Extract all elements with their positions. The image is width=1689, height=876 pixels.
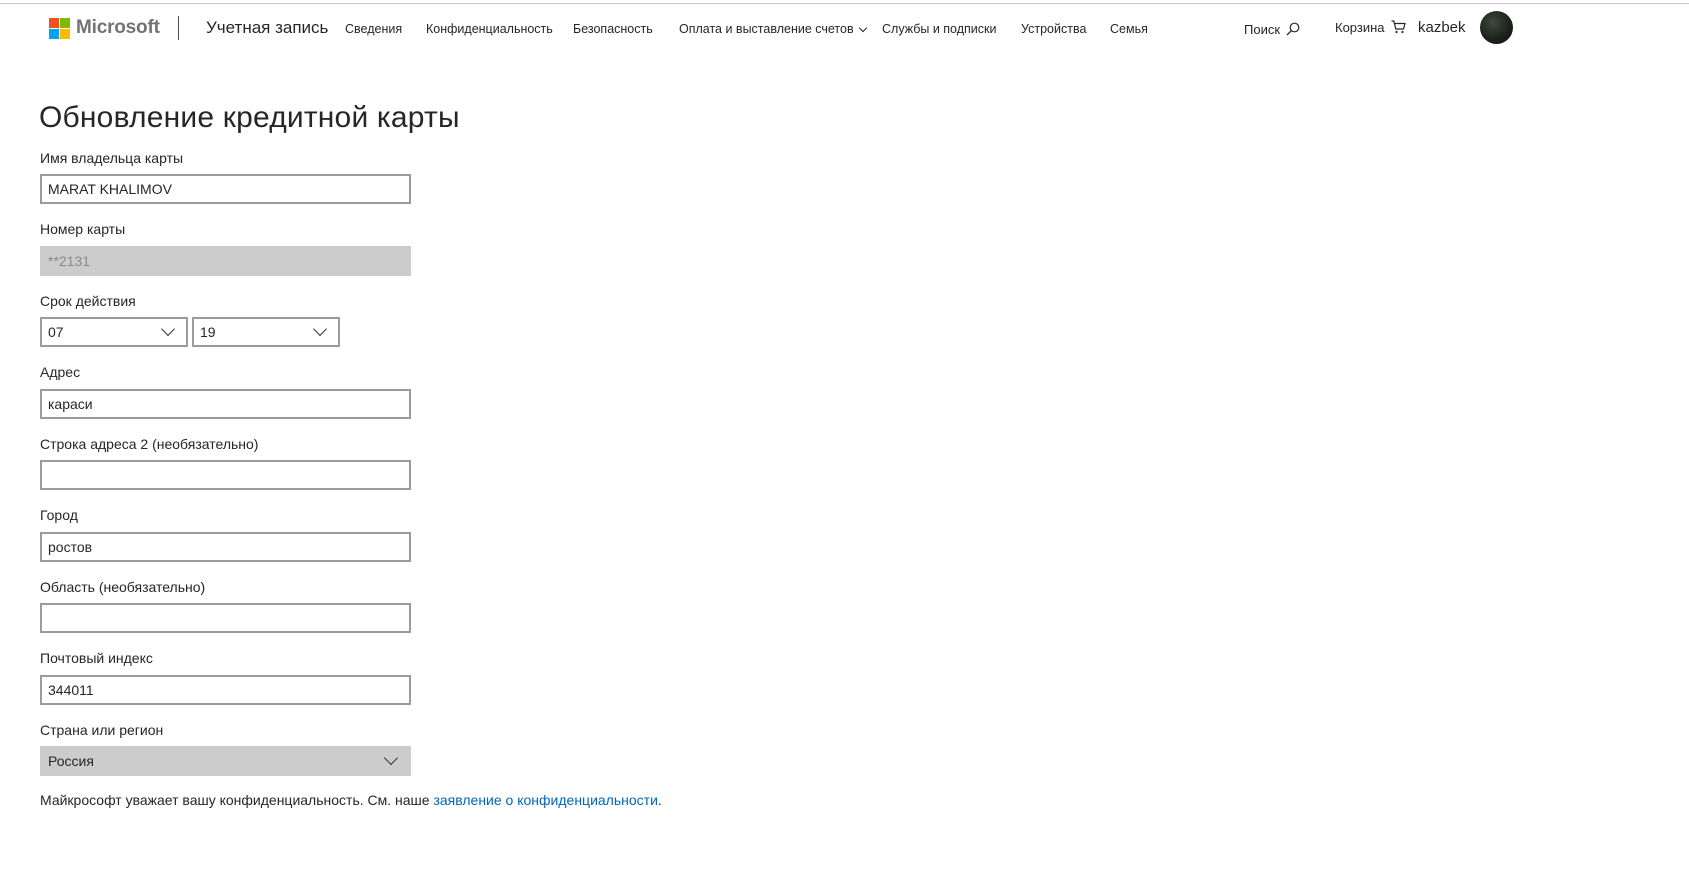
privacy-text: Майкрософт уважает вашу конфиденциальнос… (40, 792, 434, 808)
nav-item-payment[interactable]: Оплата и выставление счетов (679, 22, 867, 36)
country-value: Россия (48, 753, 94, 769)
expiry-year-select[interactable]: 19 (192, 317, 340, 347)
region-label: Область (необязательно) (40, 579, 206, 595)
privacy-notice: Майкрософт уважает вашу конфиденциальнос… (40, 792, 662, 808)
expiry-year-value: 19 (200, 324, 216, 340)
cart-label: Корзина (1335, 20, 1385, 35)
nav-item-payment-label: Оплата и выставление счетов (679, 22, 854, 36)
city-label: Город (40, 507, 78, 523)
username[interactable]: kazbek (1418, 19, 1466, 36)
avatar[interactable] (1480, 11, 1513, 44)
city-input[interactable]: ростов (40, 532, 411, 562)
expiry-label: Срок действия (40, 293, 136, 309)
address-input[interactable]: караси (40, 389, 411, 419)
privacy-statement-link[interactable]: заявление о конфиденциальности (433, 792, 657, 808)
country-label: Страна или регион (40, 722, 164, 738)
expiry-month-value: 07 (48, 324, 64, 340)
nav-item-services[interactable]: Службы и подписки (882, 22, 996, 36)
country-select[interactable]: Россия (40, 746, 411, 776)
nav-item-devices[interactable]: Устройства (1021, 22, 1086, 36)
chevron-down-icon (858, 23, 867, 33)
cardholder-input[interactable]: MARAT KHALIMOV (40, 174, 411, 204)
top-border (0, 3, 1689, 4)
address-label: Адрес (40, 364, 81, 380)
nav-item-security[interactable]: Безопасность (573, 22, 653, 36)
card-number-input: **2131 (40, 246, 411, 276)
nav-item-privacy[interactable]: Конфиденциальность (426, 22, 553, 36)
nav-item-family[interactable]: Семья (1110, 22, 1148, 36)
search-button[interactable]: Поиск (1244, 22, 1300, 37)
search-icon (1286, 22, 1300, 36)
cardholder-label: Имя владельца карты (40, 150, 184, 166)
address2-input[interactable] (40, 460, 411, 490)
chevron-down-icon (160, 321, 176, 337)
search-label: Поиск (1244, 22, 1281, 37)
page-title: Обновление кредитной карты (39, 101, 460, 134)
chevron-down-icon (312, 321, 328, 337)
privacy-end: . (657, 792, 662, 808)
nav-item-info[interactable]: Сведения (345, 22, 402, 36)
cart-icon (1391, 20, 1406, 34)
card-number-label: Номер карты (40, 221, 126, 237)
address2-label: Строка адреса 2 (необязательно) (40, 436, 259, 452)
expiry-month-select[interactable]: 07 (40, 317, 188, 347)
chevron-down-icon (383, 750, 399, 766)
region-input[interactable] (40, 603, 411, 633)
postal-label: Почтовый индекс (40, 650, 153, 666)
cart-button[interactable]: Корзина (1335, 20, 1406, 35)
postal-input[interactable]: 344011 (40, 675, 411, 705)
